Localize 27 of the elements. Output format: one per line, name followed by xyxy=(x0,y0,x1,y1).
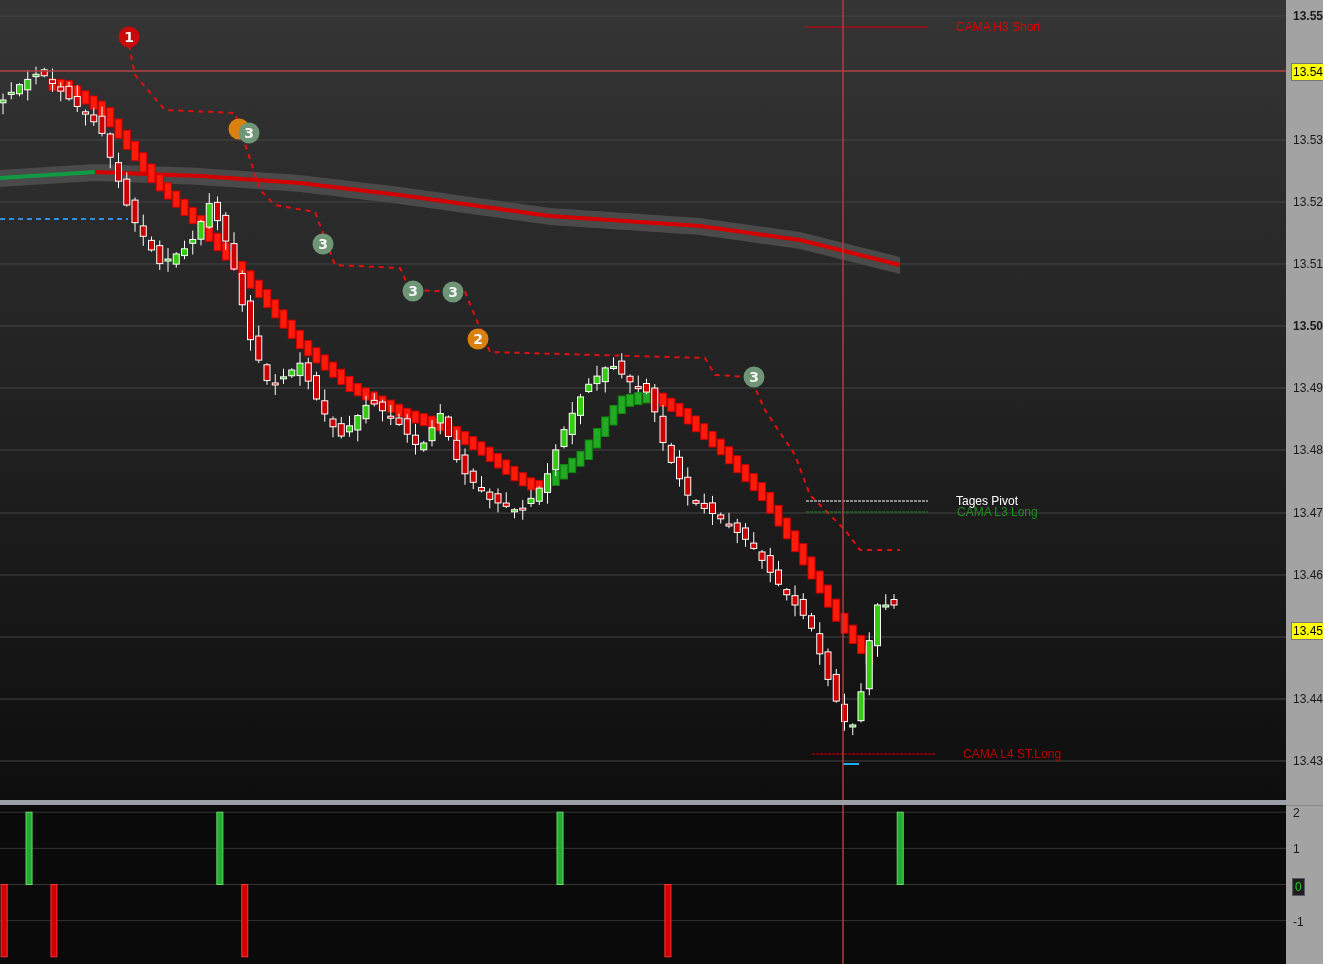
level-label: CAMA L4 ST.Long xyxy=(963,747,1062,761)
axis-label: 13.51 xyxy=(1293,256,1323,272)
signal-marker: 1 xyxy=(118,26,140,48)
level-label: Tages Pivot xyxy=(956,494,1019,508)
price-marker: 13.45 xyxy=(1291,622,1323,640)
axis-label: 13.50 xyxy=(1293,318,1323,334)
level-label: CAMA H3 Short xyxy=(956,20,1041,34)
signal-marker: 3 xyxy=(312,233,334,255)
axis-label: 13.48 xyxy=(1293,442,1323,458)
signal-marker: 3 xyxy=(238,122,260,144)
axis-label: 1 xyxy=(1293,841,1300,858)
axis-label: 13.46 xyxy=(1293,567,1323,583)
value-marker: 0 xyxy=(1292,877,1305,896)
axis-label: 2 xyxy=(1293,805,1300,822)
signal-marker: 3 xyxy=(743,366,765,388)
axis-label: 13.55 xyxy=(1293,8,1323,24)
axis-label: 13.52 xyxy=(1293,194,1323,210)
axis-label: 13.53 xyxy=(1293,132,1323,148)
signal-marker: 2 xyxy=(467,328,489,350)
axis-label: 13.44 xyxy=(1293,691,1323,707)
axis-label: 13.49 xyxy=(1293,380,1323,396)
price-marker: 13.54 xyxy=(1291,63,1323,81)
axis-label: 13.43 xyxy=(1293,753,1323,769)
signal-marker: 3 xyxy=(402,280,424,302)
signal-marker: 3 xyxy=(442,281,464,303)
axis-label: -1 xyxy=(1293,913,1304,930)
axis-label: 13.47 xyxy=(1293,505,1323,521)
